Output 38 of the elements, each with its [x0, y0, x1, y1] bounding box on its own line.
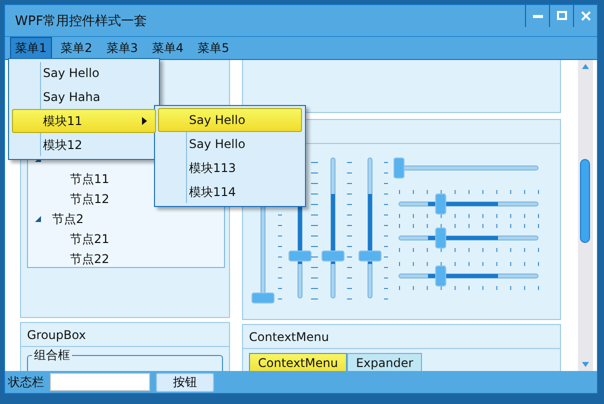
panel-title: GroupBox	[27, 328, 86, 342]
tree-item[interactable]: 节点2	[52, 210, 84, 228]
tree-item[interactable]: 节点22	[70, 250, 110, 268]
tab[interactable]: Expander	[346, 353, 422, 371]
menu-item[interactable]: 菜单1	[10, 36, 52, 60]
horizontal-slider[interactable]	[398, 190, 539, 218]
menu-item[interactable]: 模块11	[12, 109, 156, 133]
menu-item[interactable]: Say Hello	[12, 61, 156, 85]
menu-item[interactable]: Say Hello	[158, 108, 302, 132]
expand-icon[interactable]	[34, 215, 42, 223]
close-icon	[580, 11, 590, 21]
scrollbar[interactable]	[578, 60, 593, 371]
input-field[interactable]	[50, 373, 150, 391]
menu-item[interactable]: Say Haha	[12, 85, 156, 109]
horizontal-slider[interactable]	[394, 158, 538, 178]
menu-item[interactable]: 菜单2	[56, 36, 98, 60]
horizontal-slider[interactable]	[398, 262, 539, 290]
group-header: 组合框	[32, 347, 72, 364]
maximize-icon	[556, 11, 566, 21]
menu-item[interactable]: 模块12	[12, 133, 156, 157]
tree-item[interactable]: 节点12	[70, 190, 110, 208]
tab[interactable]: ContextMenu	[249, 353, 347, 371]
menu-item[interactable]: 菜单4	[146, 36, 189, 60]
menu-item[interactable]: 菜单3	[101, 36, 143, 60]
menu-item[interactable]: Say Hello	[158, 132, 302, 156]
menu-item[interactable]: 模块113	[158, 156, 302, 180]
scroll-down-icon[interactable]	[582, 362, 589, 367]
scroll-thumb[interactable]	[580, 159, 590, 243]
menu-item[interactable]: 模块114	[158, 180, 302, 204]
scroll-up-icon[interactable]	[582, 64, 589, 69]
menu-item[interactable]: 菜单5	[192, 36, 234, 60]
tree-item[interactable]: 节点21	[70, 230, 110, 248]
panel-title: ContextMenu	[249, 330, 329, 344]
horizontal-slider[interactable]	[398, 224, 539, 252]
window-title: WPF常用控件样式一套	[14, 12, 148, 30]
tree-item[interactable]: 节点11	[70, 170, 110, 188]
status-label: 状态栏	[8, 374, 44, 390]
button[interactable]: 按钮	[156, 372, 214, 392]
